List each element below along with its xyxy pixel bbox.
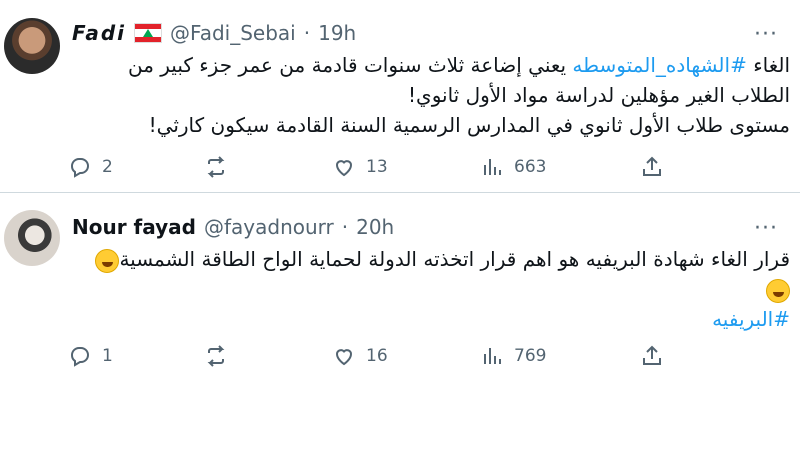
tweet-text-segment: الغاء [746,53,790,77]
tweet[interactable]: Fadi @Fadi_Sebai · 19h ··· الغاء #الشهاد… [0,0,800,190]
tweet-line: مستوى طلاب الأول ثانوي في المدارس الرسمي… [148,113,790,137]
tweet-header: Nour fayad @fayadnourr · 20h [72,212,394,242]
tweet-line: الغاء #الشهاده_المتوسطه يعني إضاعة ثلاث … [70,50,790,80]
tweet-text: قرار الغاء شهادة البريفيه هو اهم قرار ات… [70,244,790,334]
tweet-line: الطلاب الغير مؤهلين لدراسة مواد الأول ثا… [408,83,790,107]
tweet-line [70,274,790,304]
timestamp[interactable]: 19h [318,21,356,45]
reply-count: 2 [102,157,113,177]
view-count: 769 [514,346,547,366]
retweet-button[interactable] [204,341,238,371]
like-button[interactable]: 16 [332,341,388,371]
like-count: 13 [366,157,388,177]
more-options-icon[interactable]: ··· [754,216,778,241]
reply-button[interactable]: 1 [68,341,113,371]
views-button[interactable]: 769 [480,341,546,371]
retweet-icon [207,156,225,178]
heart-icon [335,160,353,177]
more-options-icon[interactable]: ··· [754,22,778,47]
heart-icon [335,349,353,366]
reply-count: 1 [102,346,113,366]
action-bar: 2 13 663 [60,152,680,182]
hashtag-link[interactable]: #الشهاده_المتوسطه [572,53,746,77]
separator-dot: · [303,21,311,45]
reply-icon [71,347,89,367]
share-icon [643,156,661,176]
share-icon [643,345,661,365]
separator-dot: · [341,215,349,239]
retweet-icon [207,345,225,367]
reply-icon [71,158,89,178]
reply-button[interactable]: 2 [68,152,113,182]
user-handle[interactable]: @fayadnourr [204,215,334,239]
like-button[interactable]: 13 [332,152,388,182]
hashtag-link[interactable]: #البريفيه [712,307,790,331]
views-icon [484,159,501,175]
avatar[interactable] [4,18,60,74]
view-count: 663 [514,157,547,177]
tweet[interactable]: Nour fayad @fayadnourr · 20h ··· قرار ال… [0,198,800,388]
tweet-text: الغاء #الشهاده_المتوسطه يعني إضاعة ثلاث … [70,50,790,140]
share-button[interactable] [640,341,664,371]
tweet-text-segment: قرار الغاء شهادة البريفيه هو اهم قرار ات… [119,247,790,271]
views-button[interactable]: 663 [480,152,546,182]
action-bar: 1 16 769 [60,341,680,371]
display-name[interactable]: Nour fayad [72,215,196,239]
lebanon-flag-icon [134,23,163,43]
tweet-header: Fadi @Fadi_Sebai · 19h [72,18,356,48]
timestamp[interactable]: 20h [356,215,394,239]
display-name[interactable]: Fadi [72,21,126,45]
rofl-emoji-icon [95,248,120,273]
tweet-divider [0,192,800,193]
views-icon [484,348,501,364]
rofl-emoji-icon [766,278,790,303]
tweet-line: #البريفيه [70,304,790,334]
tweet-text-segment: يعني إضاعة ثلاث سنوات قادمة من عمر جزء ك… [127,53,573,77]
tweet-line: قرار الغاء شهادة البريفيه هو اهم قرار ات… [70,244,790,274]
user-handle[interactable]: @Fadi_Sebai [170,21,296,45]
like-count: 16 [366,346,388,366]
avatar[interactable] [4,210,60,266]
retweet-button[interactable] [204,152,238,182]
share-button[interactable] [640,152,664,182]
